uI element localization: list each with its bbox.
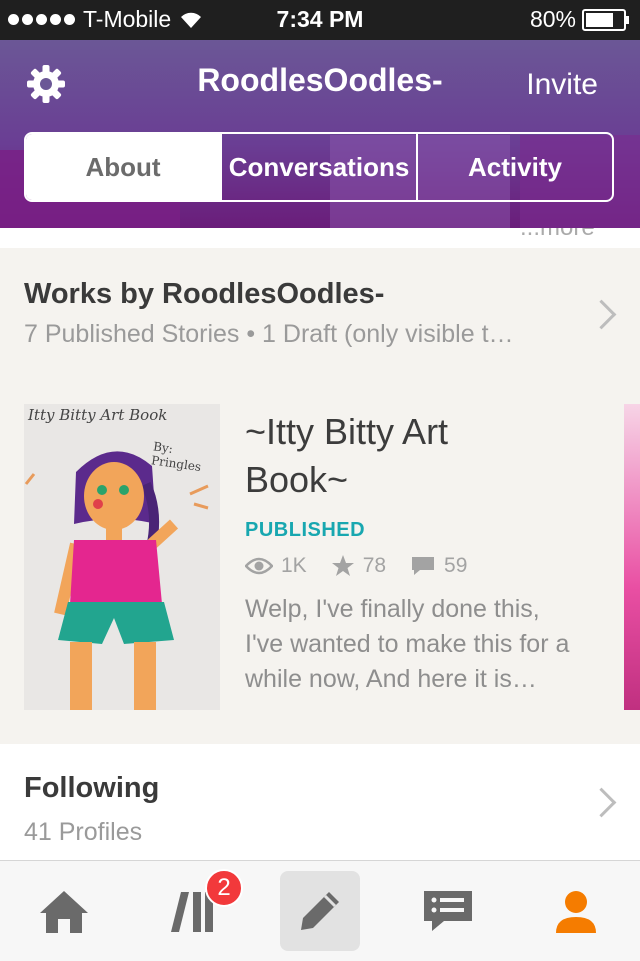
- tab-write[interactable]: [280, 871, 360, 951]
- library-badge: 2: [205, 869, 243, 907]
- star-icon: [331, 555, 354, 576]
- story-status: PUBLISHED: [245, 519, 366, 541]
- following-section[interactable]: Following 41 Profiles: [0, 744, 640, 860]
- battery-group: 80%: [529, 6, 629, 33]
- works-section: Works by RoodlesOodles- 7 Published Stor…: [0, 248, 640, 744]
- profile-tabs: About Conversations Activity: [24, 132, 614, 202]
- comments-count: 59: [444, 554, 468, 577]
- tab-activity[interactable]: Activity: [416, 134, 612, 200]
- comments-stat: 59: [410, 554, 467, 578]
- chevron-right-icon[interactable]: [586, 787, 617, 818]
- more-link[interactable]: ...more: [520, 228, 595, 242]
- battery-percent: 80%: [529, 6, 576, 32]
- tab-about[interactable]: About: [26, 134, 220, 200]
- next-story-cover[interactable]: [624, 404, 640, 710]
- story-cover[interactable]: Itty Bitty Art Book By: Pringles: [24, 404, 220, 710]
- votes-count: 78: [362, 554, 387, 577]
- votes-stat: 78: [331, 554, 386, 578]
- comment-icon: [412, 557, 435, 575]
- write-icon: [301, 892, 339, 930]
- chevron-right-icon[interactable]: [586, 299, 617, 330]
- battery-icon: [582, 8, 629, 31]
- cover-title: Itty Bitty Art Book: [28, 406, 168, 424]
- works-subtitle: 7 Published Stories • 1 Draft (only visi…: [24, 320, 514, 348]
- works-title[interactable]: Works by RoodlesOodles-: [24, 278, 384, 311]
- story-title[interactable]: ~Itty Bitty Art Book~: [245, 408, 545, 504]
- eye-icon: [245, 557, 273, 575]
- messages-icon: [424, 891, 472, 931]
- reads-count: 1K: [281, 554, 307, 577]
- status-bar: T-Mobile 7:34 PM 80%: [0, 0, 640, 40]
- home-icon: [40, 891, 88, 933]
- story-description: Welp, I've finally done this, I've wante…: [245, 595, 570, 693]
- tab-profile[interactable]: [536, 871, 616, 951]
- battery-fill: [586, 12, 613, 27]
- bottom-tab-bar: 2: [0, 860, 640, 961]
- reads-stat: 1K: [245, 554, 307, 578]
- tab-conversations[interactable]: Conversations: [220, 134, 416, 200]
- tab-messages[interactable]: [408, 871, 488, 951]
- profile-header: RoodlesOodles- Invite About Conversation…: [0, 40, 640, 228]
- story-stats: 1K 78 59: [245, 554, 491, 578]
- invite-button[interactable]: Invite: [526, 68, 598, 102]
- following-title: Following: [24, 772, 160, 804]
- following-count: 41 Profiles: [24, 818, 143, 846]
- profile-icon: [556, 891, 596, 933]
- more-link-strip: ...more: [0, 228, 640, 248]
- tab-home[interactable]: [24, 871, 104, 951]
